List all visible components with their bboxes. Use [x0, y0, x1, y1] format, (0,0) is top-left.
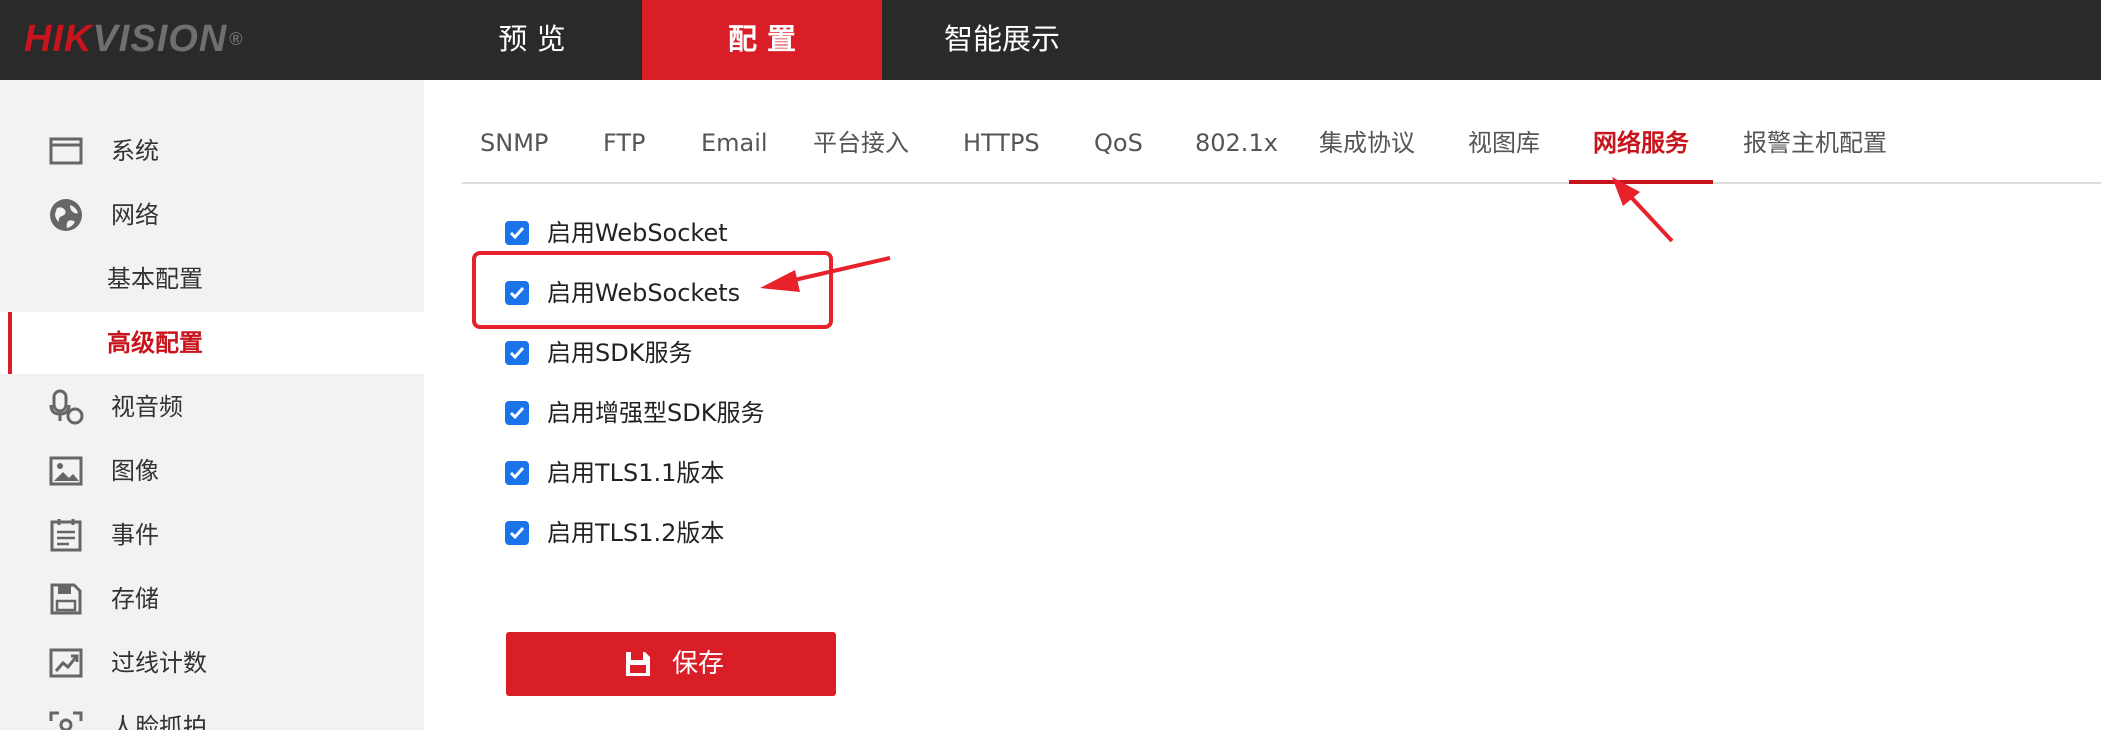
sidebar-item-label: 网络: [111, 201, 159, 229]
tab-integration-protocol[interactable]: 集成协议: [1319, 112, 1415, 182]
event-icon: [50, 519, 82, 552]
logo-hik: HIK: [24, 18, 93, 60]
tab-view-library[interactable]: 视图库: [1468, 112, 1540, 182]
nav-preview[interactable]: 预 览: [422, 0, 642, 80]
tls12-checkbox[interactable]: [505, 521, 529, 545]
websocket-label: 启用WebSocket: [547, 219, 728, 247]
sidebar-item-image[interactable]: 图像: [0, 440, 424, 502]
sidebar-item-storage[interactable]: 存储: [0, 568, 424, 630]
sidebar-item-label: 视音频: [111, 393, 183, 421]
sidebar-item-label: 系统: [111, 137, 159, 165]
tab-email[interactable]: Email: [701, 112, 768, 182]
top-nav: 预 览 配 置 智能展示: [422, 0, 1122, 80]
tls11-label: 启用TLS1.1版本: [547, 459, 725, 487]
logo-vision: VISION: [92, 18, 228, 60]
tab-platform-access[interactable]: 平台接入: [813, 112, 909, 182]
sidebar-item-label: 基本配置: [107, 265, 203, 293]
tab-https[interactable]: HTTPS: [963, 112, 1040, 182]
globe-icon: [50, 199, 82, 231]
websockets-checkbox[interactable]: [505, 281, 529, 305]
sidebar-item-basic-config[interactable]: 基本配置: [0, 248, 424, 310]
sidebar-item-system[interactable]: 系统: [0, 120, 424, 182]
sidebar-item-label: 事件: [111, 521, 159, 549]
tab-8021x[interactable]: 802.1x: [1195, 112, 1278, 182]
check-icon: [509, 527, 525, 540]
sidebar-item-label: 过线计数: [111, 649, 207, 677]
save-icon: [626, 652, 650, 676]
image-icon: [49, 456, 83, 486]
tls11-checkbox[interactable]: [505, 461, 529, 485]
sidebar-item-label: 存储: [111, 585, 159, 613]
video-audio-icon: [49, 389, 84, 425]
enhanced-sdk-label: 启用增强型SDK服务: [547, 399, 765, 427]
hikvision-logo: HIKVISION ®: [24, 14, 244, 64]
sidebar-item-network[interactable]: 网络: [0, 184, 424, 246]
sidebar-item-line-count[interactable]: 过线计数: [0, 632, 424, 694]
check-icon: [509, 287, 525, 300]
sidebar-item-label: 人脸抓拍: [111, 713, 207, 730]
sidebar-item-event[interactable]: 事件: [0, 504, 424, 566]
config-tabs: SNMP FTP Email 平台接入 HTTPS QoS 802.1x 集成协…: [462, 112, 2101, 184]
sidebar-item-label: 图像: [111, 457, 159, 485]
sdk-service-label: 启用SDK服务: [547, 339, 693, 367]
face-capture-icon: [49, 711, 83, 730]
logo-registered-mark: ®: [229, 29, 244, 49]
save-button-label: 保存: [672, 649, 725, 679]
top-bar: HIKVISION ® 预 览 配 置 智能展示: [0, 0, 2101, 80]
line-count-icon: [49, 648, 83, 678]
check-icon: [509, 227, 525, 240]
sdk-service-checkbox[interactable]: [505, 341, 529, 365]
tab-qos[interactable]: QoS: [1094, 112, 1143, 182]
check-icon: [509, 467, 525, 480]
sidebar-item-video-audio[interactable]: 视音频: [0, 376, 424, 438]
sidebar-item-face-capture[interactable]: 人脸抓拍: [0, 696, 424, 730]
check-icon: [509, 407, 525, 420]
tls12-label: 启用TLS1.2版本: [547, 519, 725, 547]
tab-ftp[interactable]: FTP: [603, 112, 646, 182]
arrow-to-websockets: [760, 256, 891, 292]
sidebar-item-advanced-config[interactable]: 高级配置: [0, 312, 424, 374]
sidebar: 系统 网络 基本配置 高级配置 视音频 图像 事件 存储 过线计数 人脸抓拍: [0, 80, 424, 730]
arrow-to-network-service-tab: [1612, 177, 1674, 243]
save-button[interactable]: 保存: [506, 632, 836, 696]
storage-icon: [50, 583, 82, 615]
sidebar-item-label: 高级配置: [107, 329, 203, 357]
websockets-label: 启用WebSockets: [547, 279, 741, 307]
check-icon: [509, 347, 525, 360]
websocket-checkbox[interactable]: [505, 221, 529, 245]
active-indicator: [8, 312, 12, 374]
nav-config[interactable]: 配 置: [642, 0, 882, 80]
tab-alarm-host-config[interactable]: 报警主机配置: [1743, 112, 1887, 182]
nav-smart-display[interactable]: 智能展示: [882, 0, 1122, 80]
tab-snmp[interactable]: SNMP: [480, 112, 548, 182]
monitor-icon: [49, 137, 83, 165]
enhanced-sdk-checkbox[interactable]: [505, 401, 529, 425]
tab-network-service[interactable]: 网络服务: [1569, 112, 1713, 184]
